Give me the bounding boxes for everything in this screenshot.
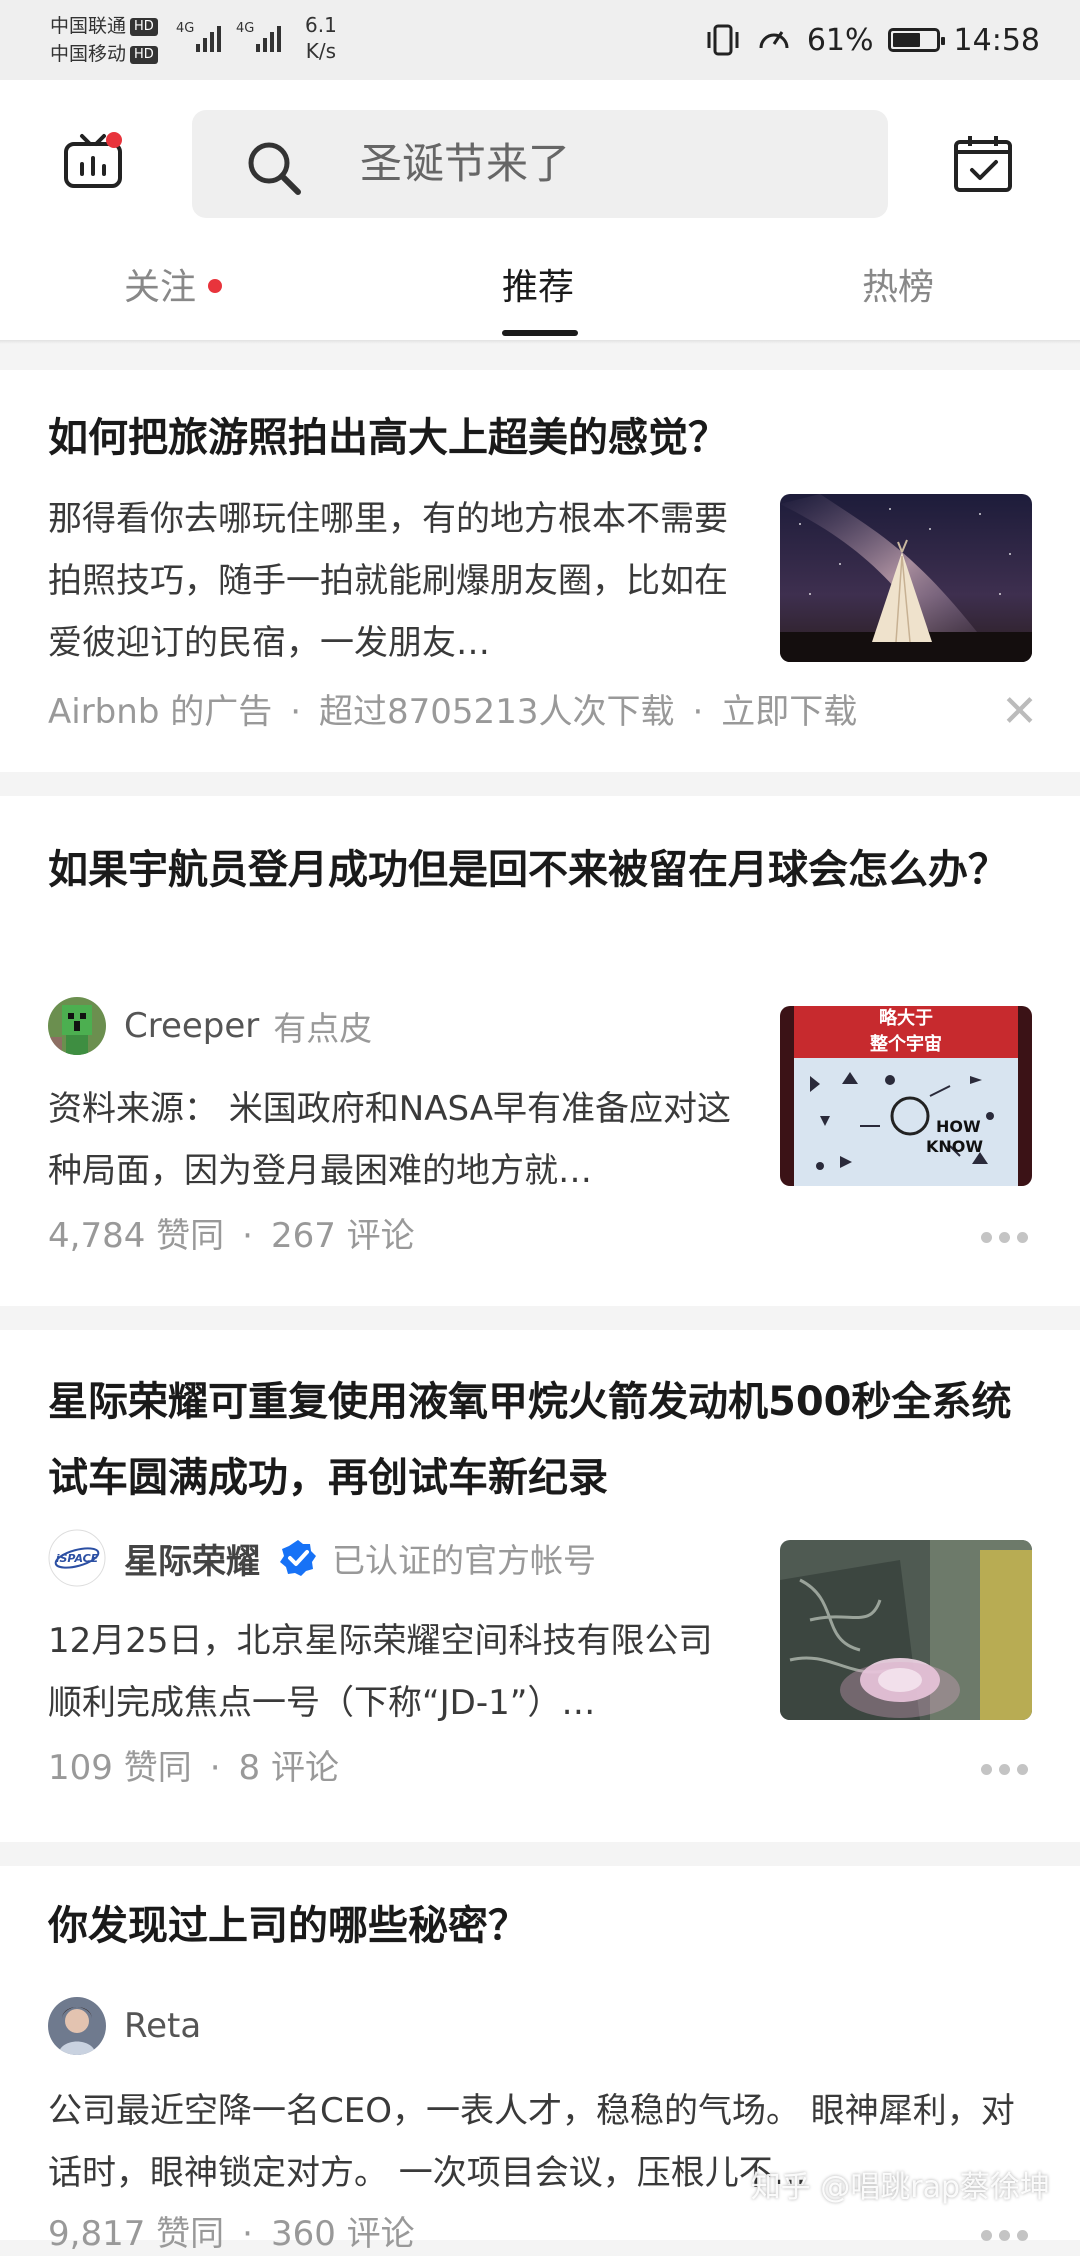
author-name[interactable]: Creeper bbox=[124, 1006, 259, 1046]
avatar[interactable]: iSPACE bbox=[48, 1529, 106, 1587]
data-saver-icon bbox=[759, 31, 789, 49]
network-speed: 6.1 K/s bbox=[305, 13, 337, 63]
close-icon[interactable]: ✕ bbox=[1001, 690, 1038, 734]
author-name[interactable]: 星际荣耀 bbox=[124, 1534, 260, 1583]
author-row[interactable]: Reta bbox=[48, 1994, 201, 2058]
ad-source: Airbnb 的广告 bbox=[48, 692, 273, 732]
upvote-count: 109 赞同 bbox=[48, 1748, 192, 1788]
battery-icon bbox=[887, 28, 945, 52]
ad-download-link[interactable]: 立即下载 bbox=[721, 692, 857, 732]
vibrate-icon bbox=[707, 24, 739, 56]
network-type-label: 4G bbox=[236, 21, 254, 36]
signal-icon: 4G bbox=[236, 21, 281, 52]
card-title[interactable]: 如果宇航员登月成功但是回不来被留在月球会怎么办？ bbox=[48, 832, 1032, 908]
thumb-caption: HOW bbox=[936, 1117, 981, 1136]
tab-recommended[interactable]: 推荐 bbox=[502, 260, 574, 316]
tab-hot-list[interactable]: 热榜 bbox=[862, 260, 934, 316]
comment-count[interactable]: 267 评论 bbox=[271, 1216, 415, 1256]
search-bar[interactable]: 圣诞节来了 bbox=[192, 110, 888, 218]
feed-card[interactable]: 如果宇航员登月成功但是回不来被留在月球会怎么办？ Creeper 有点皮 资料来… bbox=[0, 796, 1080, 1306]
battery-percent: 61% bbox=[806, 22, 874, 58]
more-options-icon[interactable] bbox=[981, 1232, 1028, 1243]
verified-badge-icon bbox=[280, 1540, 316, 1576]
card-meta: 9,817 赞同 · 360 评论 bbox=[48, 2214, 415, 2254]
upvote-count: 9,817 赞同 bbox=[48, 2214, 225, 2254]
author-tag: 有点皮 bbox=[273, 1009, 373, 1048]
card-meta: 109 赞同 · 8 评论 bbox=[48, 1748, 339, 1788]
active-tab-indicator bbox=[502, 330, 578, 336]
search-icon bbox=[248, 142, 301, 195]
thumb-caption: 略大于 bbox=[879, 1007, 933, 1029]
more-options-icon[interactable] bbox=[981, 1764, 1028, 1775]
avatar-logo-text: iSPACE bbox=[56, 1552, 99, 1565]
watermark: 知乎 @唱跳rap蔡徐坤 bbox=[750, 2170, 1050, 2205]
card-thumbnail[interactable]: 略大于 整个宇宙 HOW KNOW bbox=[780, 1006, 1032, 1186]
app-header: 圣诞节来了 关注 推荐 热榜 bbox=[0, 80, 1080, 340]
upvote-count: 4,784 赞同 bbox=[48, 1216, 225, 1256]
card-excerpt[interactable]: 资料来源： 米国政府和NASA早有准备应对这种局面，因为登月最困难的地方就… bbox=[48, 1078, 738, 1202]
card-thumbnail[interactable] bbox=[780, 1540, 1032, 1720]
avatar[interactable] bbox=[48, 997, 106, 1055]
thumb-caption: 整个宇宙 bbox=[869, 1033, 942, 1055]
author-row[interactable]: iSPACE 星际荣耀 已认证的官方帐号 bbox=[48, 1526, 596, 1590]
tab-bar: 关注 推荐 热榜 bbox=[0, 240, 1080, 340]
feed-card-ad[interactable]: 如何把旅游照拍出高大上超美的感觉？ 那得看你去哪玩住哪里，有的地方根本不需要拍照… bbox=[0, 370, 1080, 772]
card-excerpt[interactable]: 12月25日，北京星际荣耀空间科技有限公司顺利完成焦点一号（下称“JD-1”）… bbox=[48, 1610, 738, 1734]
card-thumbnail[interactable] bbox=[780, 494, 1032, 662]
author-tag: 已认证的官方帐号 bbox=[332, 1541, 596, 1580]
card-meta: 4,784 赞同 · 267 评论 bbox=[48, 1216, 415, 1256]
ad-downloads: 超过8705213人次下载 bbox=[319, 692, 675, 732]
checklist-icon[interactable] bbox=[952, 132, 1014, 194]
avatar[interactable] bbox=[48, 1997, 106, 2055]
card-title[interactable]: 如何把旅游照拍出高大上超美的感觉？ bbox=[48, 400, 1032, 476]
more-options-icon[interactable] bbox=[981, 2230, 1028, 2241]
author-row[interactable]: Creeper 有点皮 bbox=[48, 994, 372, 1058]
card-excerpt[interactable]: 那得看你去哪玩住哪里，有的地方根本不需要拍照技巧，随手一拍就能刷爆朋友圈，比如在… bbox=[48, 488, 738, 674]
card-title[interactable]: 你发现过上司的哪些秘密？ bbox=[48, 1888, 1032, 1964]
ad-meta: Airbnb 的广告 · 超过8705213人次下载 · 立即下载 bbox=[48, 692, 858, 732]
feed-card[interactable]: 星际荣耀可重复使用液氧甲烷火箭发动机500秒全系统试车圆满成功，再创试车新纪录 … bbox=[0, 1330, 1080, 1842]
card-title[interactable]: 星际荣耀可重复使用液氧甲烷火箭发动机500秒全系统试车圆满成功，再创试车新纪录 bbox=[48, 1364, 1032, 1516]
thumb-caption: KNOW bbox=[926, 1137, 983, 1156]
comment-count[interactable]: 8 评论 bbox=[239, 1748, 339, 1788]
status-bar: 中国联通 HD 中国移动 HD 4G 4G 6.1 K/s 61% 14:58 bbox=[0, 0, 1080, 80]
clock: 14:58 bbox=[953, 22, 1040, 58]
comment-count[interactable]: 360 评论 bbox=[271, 2214, 415, 2254]
tab-following[interactable]: 关注 bbox=[124, 260, 223, 316]
carrier-info: 中国联通 HD 中国移动 HD bbox=[50, 12, 158, 68]
network-type-label: 4G bbox=[176, 21, 194, 36]
live-tv-icon[interactable] bbox=[62, 130, 124, 192]
search-placeholder: 圣诞节来了 bbox=[360, 139, 571, 188]
unread-dot bbox=[208, 279, 223, 293]
author-name[interactable]: Reta bbox=[124, 2006, 201, 2046]
signal-icon: 4G bbox=[176, 21, 221, 52]
